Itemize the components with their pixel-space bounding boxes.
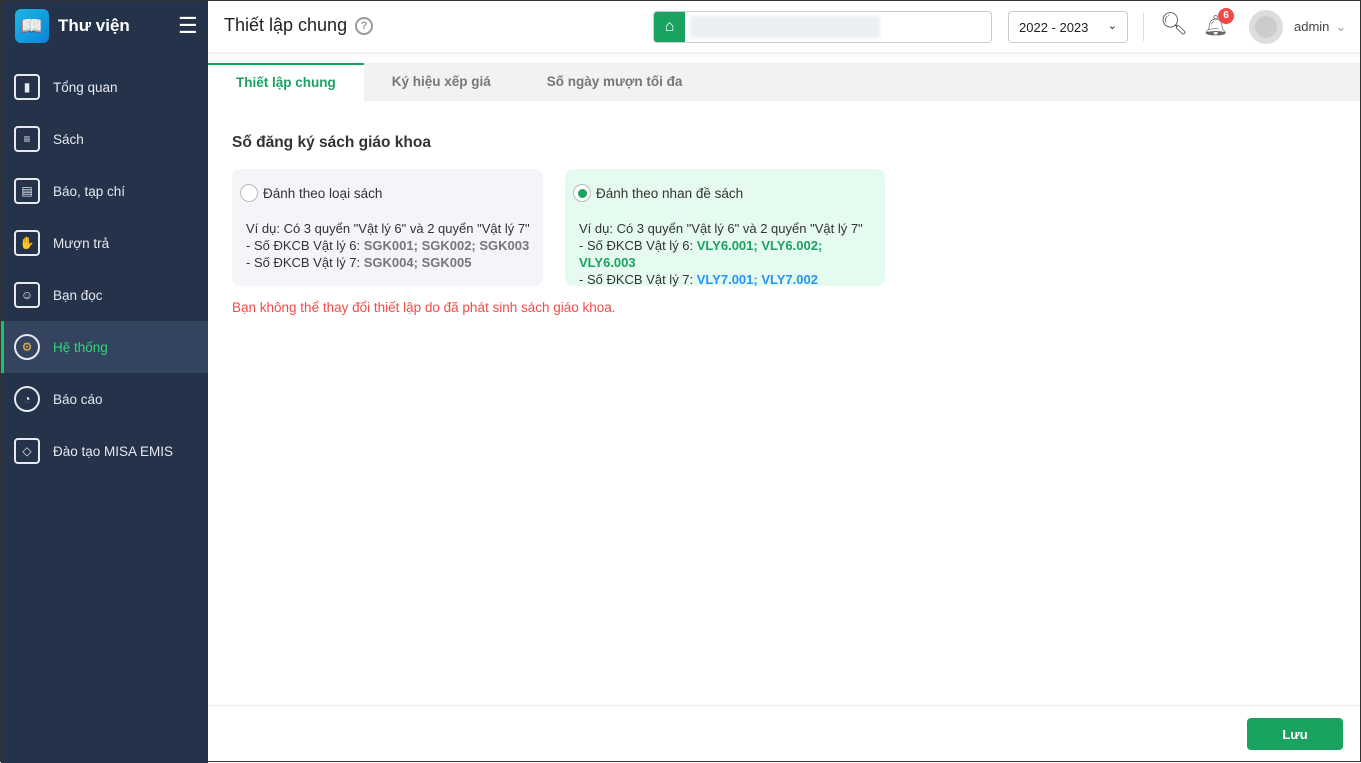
example-line-prefix: - Số ĐKCB Vật lý 7: [579,272,697,287]
example-text: Ví dụ: Có 3 quyển "Vật lý 6" và 2 quyển … [246,221,530,236]
book-icon: ≡ [14,126,40,152]
tab-max-borrow-days[interactable]: Số ngày mượn tối đa [519,63,711,101]
warning-message: Bạn không thể thay đổi thiết lập do đã p… [232,300,616,315]
notification-badge: 6 [1218,8,1234,24]
sidebar-item-label: Sách [53,131,84,147]
reader-icon: ☺ [14,282,40,308]
help-icon[interactable]: ? [355,17,374,35]
school-year-value: 2022 - 2023 [1019,20,1089,35]
sidebar-item-system[interactable]: ⚙ Hệ thống [1,321,208,373]
home-icon: ⌂ [654,12,685,42]
section-title: Số đăng ký sách giáo khoa [232,134,431,151]
username: admin [1294,19,1330,34]
sidebar: 📖 Thư viện ☰ ▮ Tổng quan ≡ Sách ▤ Báo, tạp … [1,1,208,763]
example-line-prefix: - Số ĐKCB Vật lý 7: [246,255,364,270]
app-name: Thư viện [58,16,130,35]
save-button[interactable]: Lưu [1247,718,1343,750]
example-text: Ví dụ: Có 3 quyển "Vật lý 6" và 2 quyển … [579,221,863,236]
tab-bar: Thiết lập chung Ký hiệu xếp giá Số ngày … [208,63,1360,101]
app-logo[interactable]: 📖 Thư viện [1,1,208,51]
school-selector[interactable]: ⌂ [653,11,992,43]
footer: Lưu [208,705,1360,761]
gear-icon: ⚙ [14,334,40,360]
avatar[interactable] [1249,10,1283,44]
sidebar-item-readers[interactable]: ☺ Bạn đọc [1,269,208,321]
sidebar-item-label: Đào tạo MISA EMIS [53,443,174,459]
option-label: Đánh theo nhan đề sách [596,185,744,201]
divider [1143,13,1144,41]
sidebar-item-label: Bạn đọc [53,287,103,303]
search-icon[interactable]: 🔍︎ [1160,11,1188,37]
radio-by-type[interactable] [240,184,258,202]
school-name-redacted [690,16,880,38]
option-label: Đánh theo loại sách [263,185,383,201]
school-year-select[interactable]: 2022 - 2023 ⌄ [1008,11,1128,43]
sidebar-item-reports[interactable]: ◔ Báo cáo [1,373,208,425]
chevron-down-icon: ⌄ [1335,19,1347,34]
chevron-down-icon: ⌄ [1107,20,1117,32]
sidebar-item-label: Tổng quan [53,79,118,95]
borrow-icon: ✋ [14,230,40,256]
sidebar-item-label: Hệ thống [53,339,108,355]
tab-shelf-codes[interactable]: Ký hiệu xếp giá [364,63,519,101]
option-card-by-title[interactable]: Đánh theo nhan đề sách Ví dụ: Có 3 quyển… [565,169,885,287]
sidebar-item-label: Mượn trả [53,235,110,251]
example-codes: SGK004; SGK005 [363,255,472,270]
page-title: Thiết lập chung? [224,15,374,36]
cube-icon: ◇ [14,438,40,464]
sidebar-item-borrow[interactable]: ✋ Mượn trả [1,217,208,269]
pie-chart-icon: ◔ [14,386,40,412]
chart-bars-icon: ▮ [14,74,40,100]
sidebar-item-label: Báo cáo [53,391,103,407]
book-logo-icon: 📖 [15,9,49,43]
option-card-by-type[interactable]: Đánh theo loại sách Ví dụ: Có 3 quyển "V… [232,169,543,286]
menu-toggle-icon[interactable]: ☰ [178,15,198,37]
user-menu[interactable]: admin ⌄ [1294,19,1346,35]
newspaper-icon: ▤ [14,178,40,204]
example-codes: SGK001; SGK002; SGK003 [363,238,530,253]
radio-by-title[interactable] [573,184,591,202]
sidebar-item-label: Báo, tạp chí [53,183,126,199]
tab-general-settings[interactable]: Thiết lập chung [208,63,364,101]
sidebar-item-training[interactable]: ◇ Đào tạo MISA EMIS [1,425,208,477]
example-codes: VLY7.001; VLY7.002 [696,272,818,287]
sidebar-item-newspapers[interactable]: ▤ Báo, tạp chí [1,165,208,217]
sidebar-item-books[interactable]: ≡ Sách [1,113,208,165]
example-line-prefix: - Số ĐKCB Vật lý 6: [579,238,697,253]
sidebar-item-overview[interactable]: ▮ Tổng quan [1,61,208,113]
header: Thiết lập chung? ⌂ 2022 - 2023 ⌄ 🔍︎ 🔔︎ 6 … [208,1,1360,53]
page-title-text: Thiết lập chung [224,15,348,35]
example-line-prefix: - Số ĐKCB Vật lý 6: [246,238,364,253]
